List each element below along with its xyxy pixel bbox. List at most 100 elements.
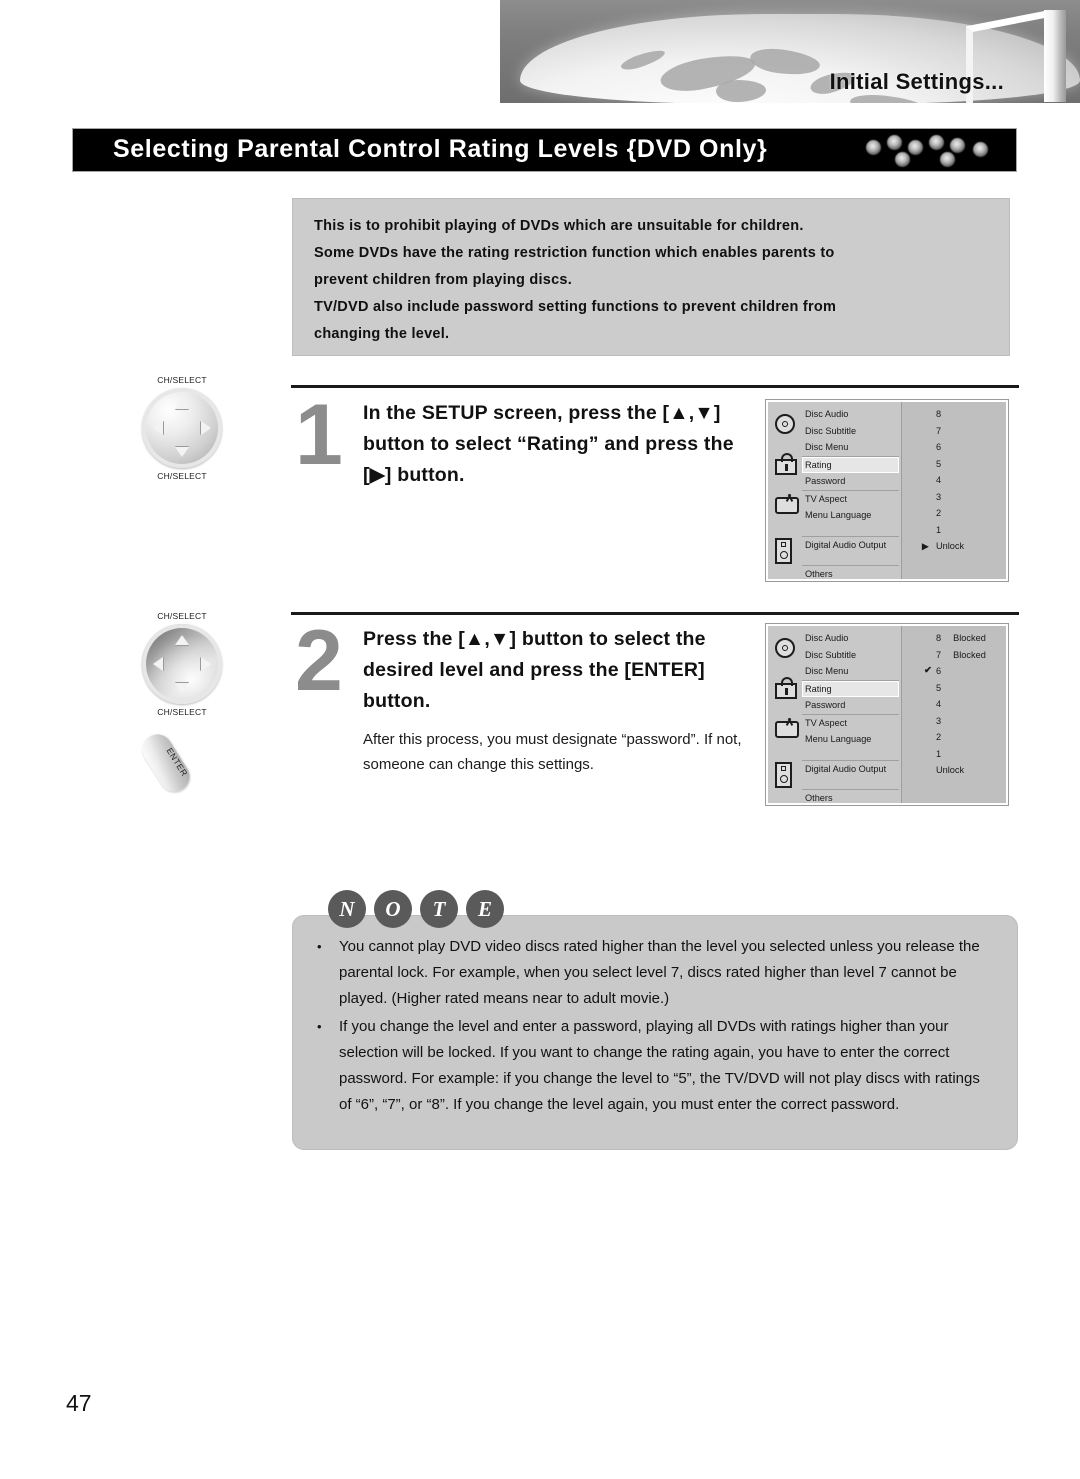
enter-button-illustration: ENTER [136, 728, 219, 798]
osd-icon-column [772, 626, 802, 803]
step-body: Press the [▲,▼] button to select the des… [363, 624, 761, 777]
osd-menu-item-disc-audio[interactable]: Disc Audio [802, 630, 899, 647]
globe-landmass [619, 47, 667, 73]
osd-value-row[interactable]: 8 [902, 406, 1006, 423]
introduction-text: This is to prohibit playing of DVDs whic… [314, 213, 995, 348]
step-number: 1 [295, 387, 343, 483]
osd-menu-item-disc-audio[interactable]: Disc Audio [802, 406, 899, 423]
globe-landmass [748, 45, 822, 79]
page-title: Selecting Parental Control Rating Levels… [113, 135, 768, 163]
dot-icon [950, 138, 965, 153]
osd-value-level: 4 [936, 699, 942, 709]
osd-spacer [802, 524, 899, 536]
osd-menu-item-rating[interactable]: Rating [802, 455, 899, 473]
osd-menu-column: Disc Audio Disc Subtitle Disc Menu Ratin… [768, 402, 902, 579]
osd-menu-item-others[interactable]: Others [802, 789, 899, 807]
osd-value-level: 2 [936, 732, 942, 742]
osd-icon-column [772, 402, 802, 579]
osd-menu-item-tv-aspect[interactable]: TV Aspect [802, 489, 899, 508]
remote-label-top: CH/SELECT [157, 375, 207, 385]
tv-frame-post [1044, 10, 1066, 102]
dot-icon [973, 142, 988, 157]
intro-line: TV/DVD also include password setting fun… [314, 299, 837, 315]
osd-value-row[interactable]: 3 [902, 489, 1006, 506]
disc-icon [775, 638, 795, 658]
osd-menu-item-tv-aspect[interactable]: TV Aspect [802, 713, 899, 732]
osd-value-level: 1 [936, 748, 942, 759]
arrow-left-icon [153, 657, 163, 671]
osd-value-row[interactable]: 1 [902, 522, 1006, 539]
osd-value-status: Blocked [953, 649, 986, 660]
osd-value-row[interactable]: 7 Blocked [902, 647, 1006, 664]
enter-button-body [136, 728, 196, 798]
osd-value-row[interactable]: 1 [902, 746, 1006, 763]
osd-value-row[interactable]: 8 Blocked [902, 630, 1006, 647]
page-header-banner: Initial Settings... [500, 0, 1080, 103]
osd-menu-item-menu-language[interactable]: Menu Language [802, 507, 899, 524]
intro-line: Some DVDs have the rating restriction fu… [314, 245, 835, 261]
osd-menu-item-disc-menu[interactable]: Disc Menu [802, 663, 899, 680]
osd-menu-item-disc-menu[interactable]: Disc Menu [802, 439, 899, 456]
osd-value-level: 8 [936, 409, 942, 419]
osd-value-status: Blocked [953, 633, 986, 643]
osd-value-row[interactable]: 5 [902, 456, 1006, 473]
step-subtext: After this process, you must designate “… [363, 731, 742, 773]
osd-spacer [802, 777, 899, 789]
osd-value-row[interactable]: 4 [902, 696, 1006, 713]
note-badge: N O T E [328, 890, 504, 928]
decorative-dots [860, 133, 1000, 171]
osd-value-row[interactable]: 2 [902, 505, 1006, 522]
osd-menu-item-disc-subtitle[interactable]: Disc Subtitle [802, 647, 899, 664]
osd-menu-item-digital-audio-output[interactable]: Digital Audio Output [802, 535, 899, 554]
osd-value-level: 6 [936, 442, 942, 452]
osd-menu-item-rating[interactable]: Rating [802, 679, 899, 697]
arrow-up-icon [175, 399, 189, 409]
step-divider [291, 385, 1019, 388]
checkmark-icon: ✔ [924, 665, 932, 676]
speaker-icon [775, 762, 792, 788]
tv-icon [775, 721, 799, 738]
osd-value-row[interactable]: 5 [902, 680, 1006, 697]
osd-value-column: 8 7 6 5 4 3 2 1 ▶ Unlock [902, 402, 1006, 579]
osd-menu-item-password[interactable]: Password [802, 473, 899, 490]
step-divider [291, 612, 1019, 615]
introduction-box: This is to prohibit playing of DVDs whic… [292, 198, 1010, 356]
note-item-text: You cannot play DVD video discs rated hi… [339, 938, 980, 1007]
dpad-icon [142, 624, 222, 704]
note-letter-o: O [374, 890, 412, 928]
intro-line: changing the level. [314, 326, 450, 342]
osd-menu-items: Disc Audio Disc Subtitle Disc Menu Ratin… [802, 406, 899, 583]
osd-value-level: 8 [936, 633, 942, 643]
osd-value-level: 7 [936, 649, 942, 660]
speaker-icon [775, 538, 792, 564]
osd-value-level: 4 [936, 475, 942, 485]
remote-illustration-step1: CH/SELECT CH/SELECT [122, 374, 242, 482]
osd-menu-item-others[interactable]: Others [802, 565, 899, 583]
osd-menu-item-digital-audio-output[interactable]: Digital Audio Output [802, 759, 899, 778]
note-letter-t: T [420, 890, 458, 928]
osd-value-row[interactable]: 7 [902, 423, 1006, 440]
osd-menu-items: Disc Audio Disc Subtitle Disc Menu Ratin… [802, 630, 899, 807]
osd-value-row-selected[interactable]: ✔ 6 [902, 663, 1006, 680]
osd-value-row-unlock[interactable]: Unlock [902, 762, 1006, 779]
step-number: 2 [295, 613, 343, 709]
osd-screen-2: Disc Audio Disc Subtitle Disc Menu Ratin… [765, 623, 1009, 806]
dot-icon [866, 140, 881, 155]
osd-value-row[interactable]: 3 [902, 713, 1006, 730]
arrow-left-icon [153, 421, 163, 435]
osd-spacer [802, 748, 899, 760]
osd-value-row[interactable]: 4 [902, 472, 1006, 489]
osd-value-level: 5 [936, 458, 942, 469]
intro-line: prevent children from playing discs. [314, 272, 572, 288]
note-item: • If you change the level and enter a pa… [317, 1014, 993, 1118]
osd-value-row-unlock[interactable]: ▶ Unlock [902, 538, 1006, 555]
osd-value-row[interactable]: 2 [902, 729, 1006, 746]
osd-value-level: 3 [936, 491, 942, 502]
osd-menu-item-password[interactable]: Password [802, 697, 899, 714]
dot-icon [908, 140, 923, 155]
osd-value-level: 3 [936, 715, 942, 726]
osd-menu-column: Disc Audio Disc Subtitle Disc Menu Ratin… [768, 626, 902, 803]
osd-menu-item-menu-language[interactable]: Menu Language [802, 731, 899, 748]
osd-value-row[interactable]: 6 [902, 439, 1006, 456]
osd-menu-item-disc-subtitle[interactable]: Disc Subtitle [802, 423, 899, 440]
